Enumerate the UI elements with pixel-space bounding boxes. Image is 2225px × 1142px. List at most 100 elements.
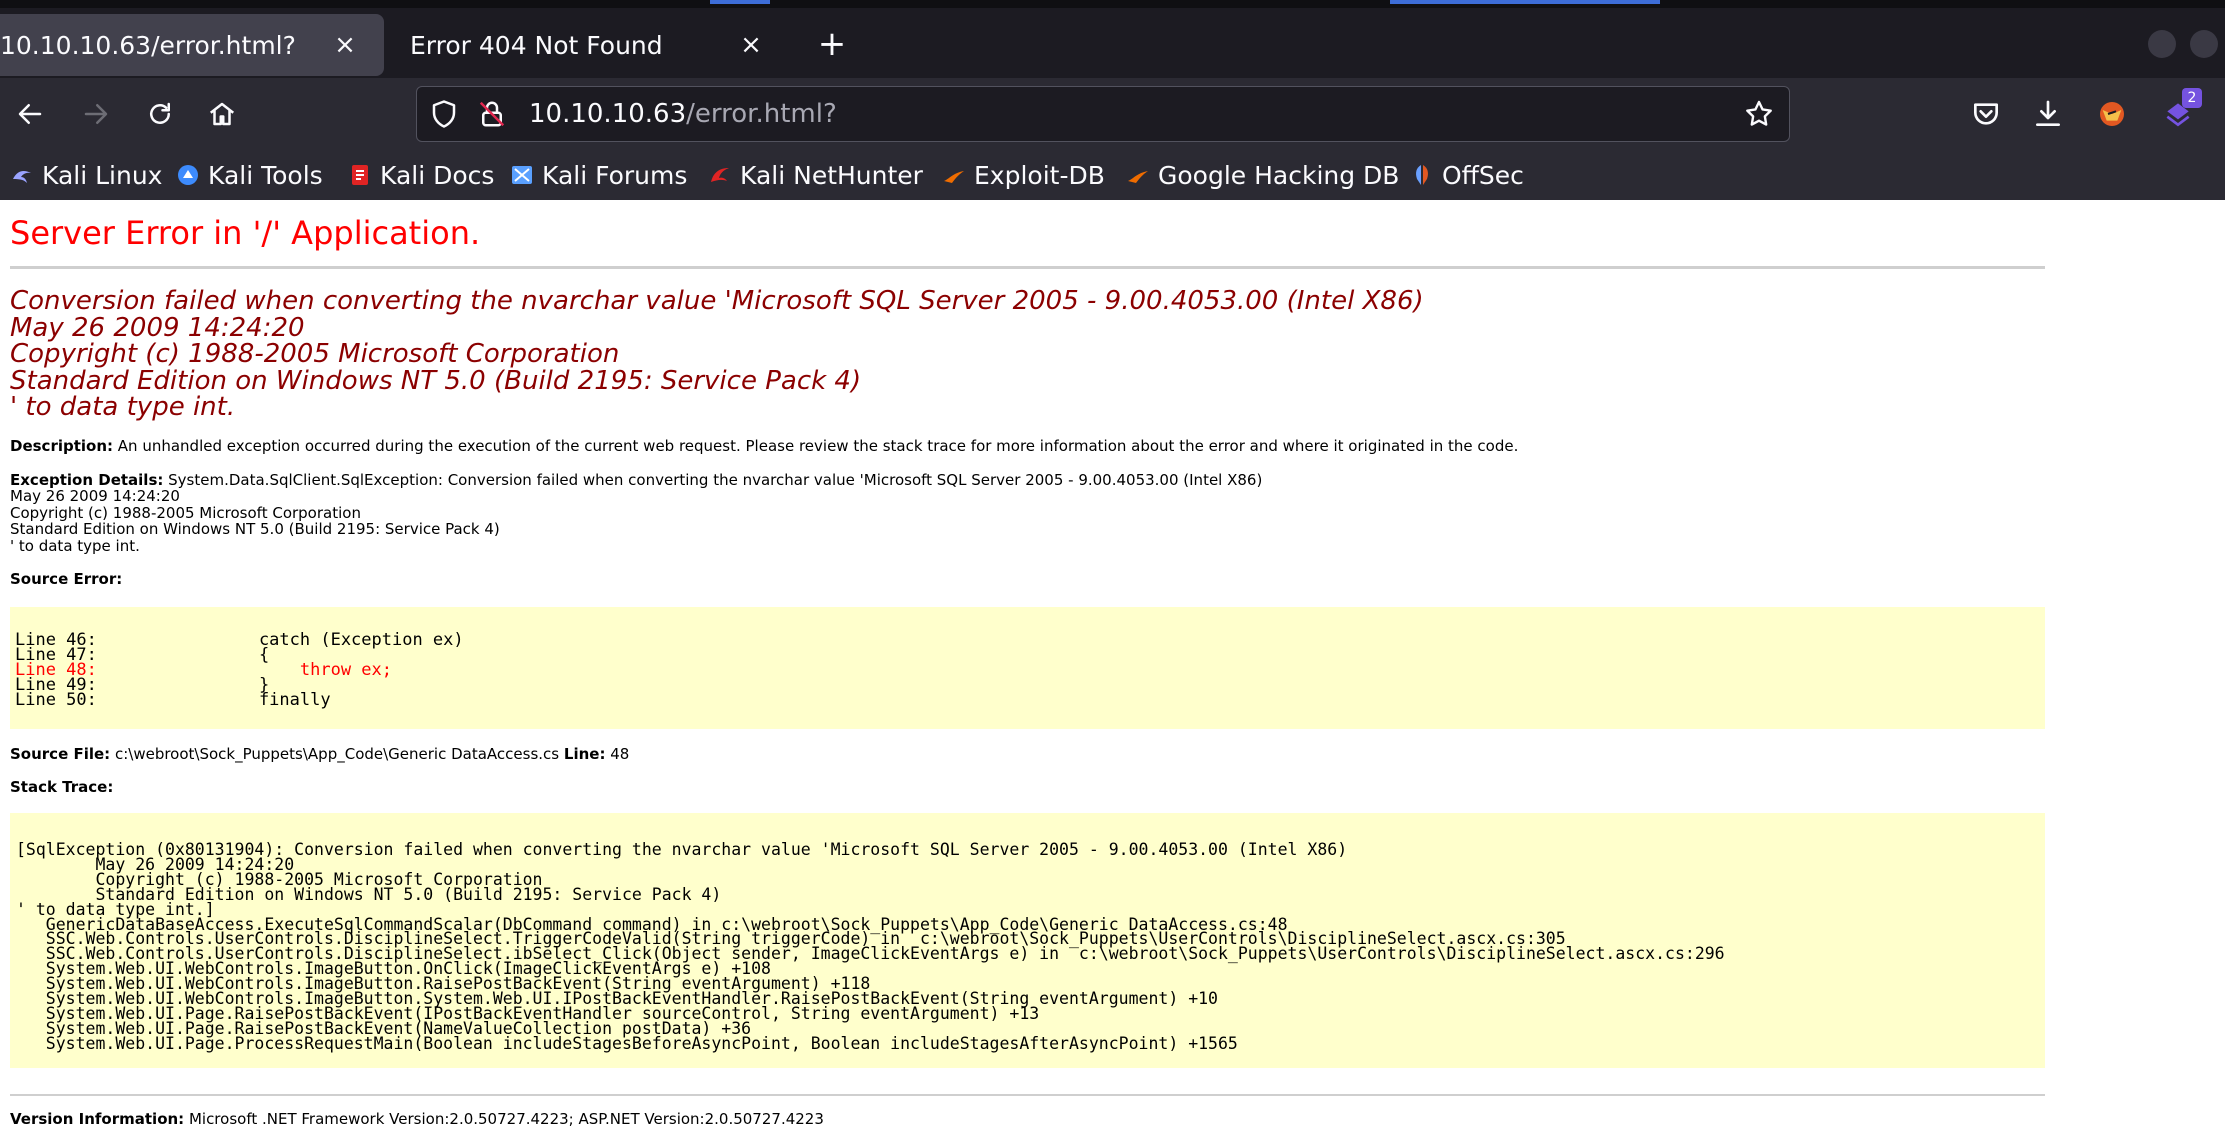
line-label: Line: [563,745,606,763]
tab-error-404[interactable]: Error 404 Not Found × [390,14,790,76]
stack-line: System.Web.UI.Page.ProcessRequestMain(Bo… [16,1033,1238,1053]
bookmark-label: Kali Linux [42,160,163,190]
shield-icon[interactable] [429,99,459,129]
version-information: Version Information: Microsoft .NET Fram… [10,1111,824,1127]
page-title: Server Error in '/' Application. [10,214,481,252]
kali-forums-icon [512,166,532,184]
pocket-button[interactable] [1964,92,2008,136]
bookmark-label: Exploit-DB [974,160,1105,190]
bookmark-kali-forums[interactable]: Kali Forums [510,158,687,192]
version-divider [10,1094,2045,1096]
stack-line: Standard Edition on Windows NT 5.0 (Buil… [16,884,722,904]
insecure-lock-icon[interactable] [477,99,507,129]
arrow-left-icon [18,104,42,124]
kali-docs-icon [352,165,368,185]
kali-nethunter-icon [711,168,729,182]
top-system-strip [0,0,2225,8]
tab-error-html[interactable]: 10.10.10.63/error.html? × [0,14,384,76]
bookmark-kali-linux[interactable]: Kali Linux [10,158,162,192]
exception-label: Exception Details: [10,471,164,489]
tab-title: 10.10.10.63/error.html? [0,30,296,60]
address-bar[interactable]: 10.10.10.63/error.html? [416,86,1790,142]
error-page: Server Error in '/' Application. Convers… [0,200,2225,1142]
pocket-icon [1974,103,1998,125]
error-heading-line: May 26 2009 14:24:20 [10,312,305,343]
close-tab-icon[interactable]: × [328,28,362,62]
bookmark-label: Kali Forums [542,160,688,190]
description: Description: An unhandled exception occu… [10,438,1518,454]
bookmark-google-hacking-db[interactable]: Google Hacking DB [1126,158,1399,192]
minimize-window-button[interactable] [2148,30,2176,58]
bookmark-offsec[interactable]: OffSec [1410,158,1524,192]
bookmark-star-icon[interactable] [1743,98,1775,130]
stack-line: [SqlException (0x80131904): Conversion f… [16,840,1348,859]
url-path: /error.html? [686,99,837,129]
extension-tool-button[interactable]: 2 [2156,88,2202,136]
bookmark-kali-tools[interactable]: Kali Tools [176,158,323,192]
line-number: 48 [610,745,630,763]
description-text: An unhandled exception occurred during t… [117,437,1519,455]
description-label: Description: [10,437,114,455]
exception-details: Exception Details: System.Data.SqlClient… [10,472,1262,554]
bookmark-label: Kali Tools [208,160,323,190]
extension-button[interactable] [2090,92,2134,136]
exploit-db-icon [944,171,964,183]
error-heading-line: Conversion failed when converting the nv… [10,286,1424,316]
offsec-icon [1416,165,1428,185]
exception-line: ' to data type int. [10,536,140,555]
source-line-code: finally [218,689,331,710]
extension-badge: 2 [2182,88,2202,108]
kali-dragon-icon [13,171,31,183]
source-line-number: Line 50: [15,689,97,710]
downloads-button[interactable] [2026,92,2070,136]
exception-line: Standard Edition on Windows NT 5.0 (Buil… [10,520,500,539]
extension-fox-icon [2100,102,2124,126]
bookmark-kali-docs[interactable]: Kali Docs [348,158,494,192]
bookmarks-toolbar: Kali Linux Kali Tools Kali Docs Kali For… [0,150,2225,200]
bookmark-label: Google Hacking DB [1158,160,1400,190]
reload-icon [150,102,170,124]
error-heading-line: ' to data type int. [10,392,236,422]
source-file-label: Source File: [10,745,111,763]
exception-line: May 26 2009 14:24:20 [10,487,180,506]
navigation-toolbar: 10.10.10.63/error.html? 2 [0,78,2225,150]
ghdb-icon [1128,171,1148,183]
source-line: Line 46: catch (Exception ex) [15,632,2045,649]
error-heading: Conversion failed when converting the nv… [10,288,2110,421]
source-error-code: Line 46: catch (Exception ex) Line 47: {… [10,607,2045,729]
bookmark-label: Kali NetHunter [740,160,923,190]
tab-bar: 10.10.10.63/error.html? × Error 404 Not … [0,8,2225,78]
source-line: Line 50: finally [15,689,2045,710]
browser-chrome: 10.10.10.63/error.html? × Error 404 Not … [0,0,2225,200]
exception-line: Copyright (c) 1988-2005 Microsoft Corpor… [10,503,361,522]
arrow-right-icon [84,104,108,124]
version-text: Microsoft .NET Framework Version:2.0.507… [188,1110,824,1128]
source-file-path: c:\webroot\Sock_Puppets\App_Code\Generic… [114,745,560,763]
url-host: 10.10.10.63 [529,99,687,129]
bookmark-label: OffSec [1442,160,1524,190]
error-heading-line: Copyright (c) 1988-2005 Microsoft Corpor… [10,339,620,369]
stack-trace: [SqlException (0x80131904): Conversion f… [10,813,2045,1068]
kali-tools-icon [178,165,198,185]
close-tab-icon[interactable]: × [734,28,768,62]
source-file: Source File: c:\webroot\Sock_Puppets\App… [10,746,629,762]
source-line-highlighted: Line 48: throw ex; [15,661,2045,678]
home-button[interactable] [200,92,244,136]
close-window-button[interactable] [2190,30,2218,58]
version-label: Version Information: [10,1110,185,1128]
title-divider [10,266,2045,269]
url-text[interactable]: 10.10.10.63/error.html? [529,97,837,131]
new-tab-button[interactable]: + [812,24,852,64]
exception-line: System.Data.SqlClient.SqlException: Conv… [168,471,1263,489]
source-error-label: Source Error: [10,570,123,588]
bookmark-exploit-db[interactable]: Exploit-DB [942,158,1105,192]
back-button[interactable] [8,92,52,136]
bookmark-label: Kali Docs [380,160,495,190]
home-icon [209,102,235,126]
reload-button[interactable] [138,92,182,136]
forward-button[interactable] [74,92,118,136]
tab-title: Error 404 Not Found [410,30,663,60]
error-heading-line: Standard Edition on Windows NT 5.0 (Buil… [10,365,862,396]
stack-trace-label: Stack Trace: [10,778,114,796]
bookmark-kali-nethunter[interactable]: Kali NetHunter [708,158,923,192]
